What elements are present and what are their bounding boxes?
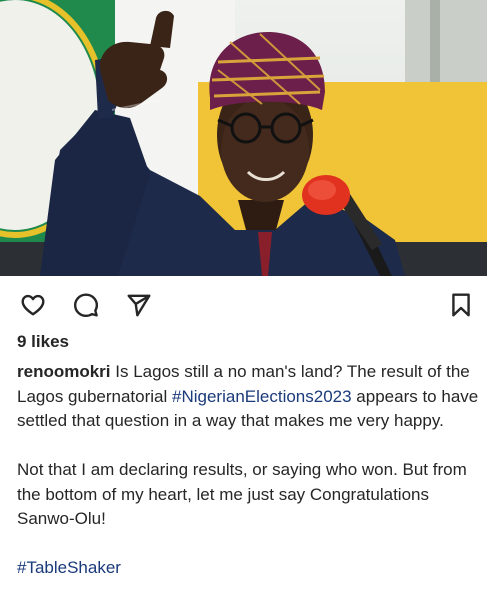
bookmark-icon[interactable]: [446, 290, 476, 320]
send-icon[interactable]: [124, 290, 154, 320]
username-link[interactable]: renoomokri: [17, 362, 111, 381]
comment-icon[interactable]: [71, 290, 101, 320]
post-image[interactable]: [0, 0, 487, 276]
caption-paragraph-3: #TableShaker: [17, 556, 479, 581]
likes-count[interactable]: 9 likes: [17, 332, 69, 352]
post-actions: [0, 286, 487, 326]
caption-paragraph-2: Not that I am declaring results, or sayi…: [17, 460, 467, 528]
hashtag-link-tableshaker[interactable]: #TableShaker: [17, 558, 121, 577]
person-figure: [40, 10, 405, 276]
hashtag-link[interactable]: #NigerianElections2023: [172, 387, 352, 406]
heart-icon[interactable]: [18, 290, 48, 320]
caption-paragraph-1: renoomokri Is Lagos still a no man's lan…: [17, 360, 479, 434]
post-caption: renoomokri Is Lagos still a no man's lan…: [17, 360, 479, 581]
